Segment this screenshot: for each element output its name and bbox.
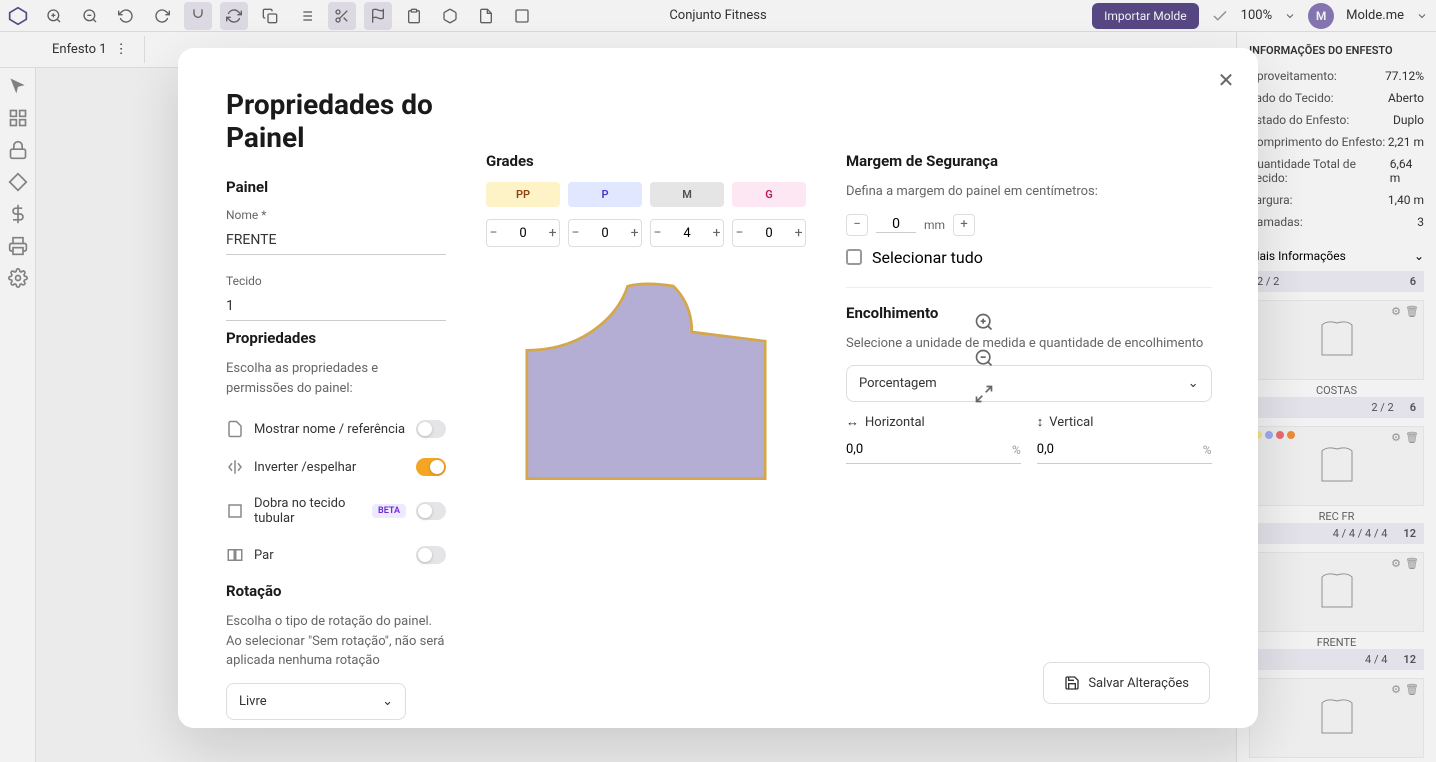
stepper-g[interactable]: −+ bbox=[732, 219, 806, 247]
chevron-down-icon: ⌄ bbox=[382, 694, 393, 709]
minus-button[interactable]: − bbox=[651, 220, 664, 246]
grade-m: M bbox=[650, 182, 724, 207]
margin-heading: Margem de Segurança bbox=[846, 152, 1212, 170]
chevron-down-icon: ⌄ bbox=[1188, 376, 1199, 391]
margin-desc: Defina a margem do painel em centímetros… bbox=[846, 182, 1212, 202]
rotation-select[interactable]: Livre ⌄ bbox=[226, 683, 406, 720]
stepper-input[interactable] bbox=[500, 226, 546, 241]
save-button[interactable]: Salvar Alterações bbox=[1043, 662, 1210, 704]
rotation-heading: Rotação bbox=[226, 582, 446, 600]
fold-icon bbox=[226, 502, 244, 520]
toggle-fold[interactable] bbox=[416, 502, 446, 520]
nome-input[interactable] bbox=[226, 226, 446, 255]
close-button[interactable]: ✕ bbox=[1214, 68, 1238, 92]
tecido-label: Tecido bbox=[226, 274, 446, 288]
select-all-checkbox[interactable] bbox=[846, 249, 862, 265]
minus-button[interactable]: − bbox=[733, 220, 746, 246]
plus-button[interactable]: + bbox=[546, 220, 559, 246]
pct-label: % bbox=[1203, 443, 1212, 457]
stepper-input[interactable] bbox=[664, 226, 710, 241]
expand-icon[interactable] bbox=[970, 380, 998, 408]
plus-button[interactable]: + bbox=[710, 220, 723, 246]
prop-mirror: Inverter /espelhar bbox=[254, 460, 406, 475]
vertical-label: Vertical bbox=[1049, 415, 1093, 430]
grades-heading: Grades bbox=[486, 152, 806, 170]
margin-minus[interactable]: − bbox=[846, 214, 868, 236]
plus-button[interactable]: + bbox=[628, 220, 641, 246]
stepper-p[interactable]: −+ bbox=[568, 219, 642, 247]
tecido-input[interactable] bbox=[226, 292, 446, 321]
divider bbox=[846, 287, 1212, 288]
toggle-mirror[interactable] bbox=[416, 458, 446, 476]
grade-p: P bbox=[568, 182, 642, 207]
save-label: Salvar Alterações bbox=[1088, 676, 1189, 691]
prop-pair: Par bbox=[254, 548, 406, 563]
arrow-horizontal-icon: ↔ bbox=[846, 414, 859, 430]
props-desc: Escolha as propriedades e permissões do … bbox=[226, 359, 446, 398]
minus-button[interactable]: − bbox=[487, 220, 500, 246]
document-icon bbox=[226, 420, 244, 438]
horizontal-input[interactable] bbox=[846, 436, 1012, 463]
rotation-desc: Escolha o tipo de rotação do painel. Ao … bbox=[226, 612, 446, 671]
grade-pp: PP bbox=[486, 182, 560, 207]
zoom-in-icon[interactable] bbox=[970, 308, 998, 336]
prop-fold: Dobra no tecido tubular bbox=[254, 496, 362, 526]
margin-plus[interactable]: + bbox=[953, 214, 975, 236]
pct-label: % bbox=[1012, 443, 1021, 457]
shrink-heading: Encolhimento bbox=[846, 304, 1212, 322]
stepper-m[interactable]: −+ bbox=[650, 219, 724, 247]
shrink-unit-select[interactable]: Porcentagem ⌄ bbox=[846, 365, 1212, 402]
rotation-value: Livre bbox=[239, 694, 267, 709]
toggle-show-name[interactable] bbox=[416, 420, 446, 438]
margin-input[interactable] bbox=[876, 216, 916, 233]
minus-button[interactable]: − bbox=[569, 220, 582, 246]
vertical-input[interactable] bbox=[1037, 436, 1203, 463]
stepper-pp[interactable]: −+ bbox=[486, 219, 560, 247]
mirror-icon bbox=[226, 458, 244, 476]
stepper-input[interactable] bbox=[582, 226, 628, 241]
painel-heading: Painel bbox=[226, 178, 446, 196]
shrink-unit-value: Porcentagem bbox=[859, 376, 937, 391]
save-icon bbox=[1064, 675, 1080, 691]
pair-icon bbox=[226, 546, 244, 564]
grade-g: G bbox=[732, 182, 806, 207]
modal-title: Propriedades do Painel bbox=[226, 88, 446, 154]
toggle-pair[interactable] bbox=[416, 546, 446, 564]
margin-unit: mm bbox=[924, 218, 945, 232]
arrow-vertical-icon: ↕ bbox=[1037, 414, 1044, 430]
shrink-desc: Selecione a unidade de medida e quantida… bbox=[846, 334, 1212, 354]
select-all-label: Selecionar tudo bbox=[872, 248, 983, 267]
beta-badge: BETA bbox=[372, 504, 406, 518]
plus-button[interactable]: + bbox=[792, 220, 805, 246]
horizontal-label: Horizontal bbox=[865, 415, 925, 430]
nome-label: Nome * bbox=[226, 208, 446, 222]
props-heading: Propriedades bbox=[226, 329, 446, 347]
zoom-out-icon[interactable] bbox=[970, 344, 998, 372]
stepper-input[interactable] bbox=[746, 226, 792, 241]
prop-show-name: Mostrar nome / referência bbox=[254, 422, 406, 437]
panel-preview bbox=[506, 277, 786, 497]
